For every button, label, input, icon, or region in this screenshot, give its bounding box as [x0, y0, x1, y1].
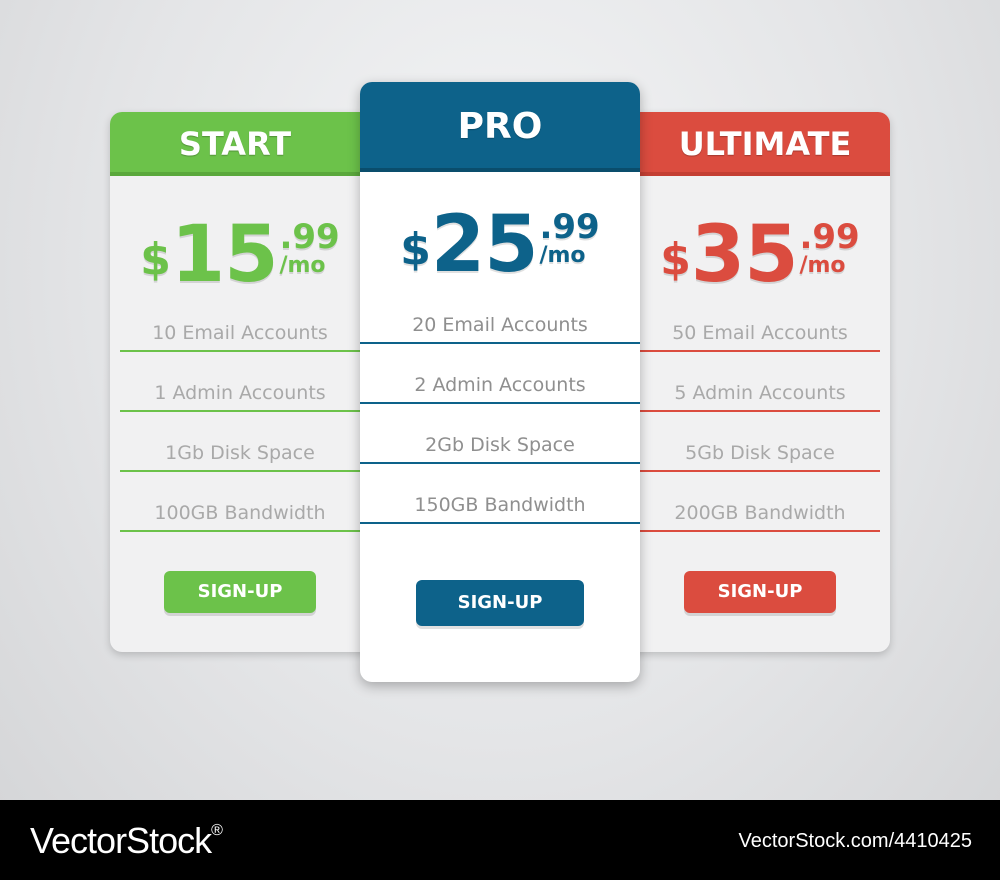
price-currency: $	[660, 234, 691, 285]
price-period: /mo	[539, 243, 586, 268]
price-amount: 15	[170, 210, 279, 300]
feature-item: 2Gb Disk Space	[360, 428, 640, 464]
plan-name: PRO	[457, 106, 543, 147]
sign-up-button-pro[interactable]: SIGN-UP	[416, 580, 584, 626]
feature-item: 5Gb Disk Space	[640, 436, 880, 472]
plan-card-start: START $15.99/mo 10 Email Accounts 1 Admi…	[110, 112, 400, 652]
plan-name: START	[178, 125, 292, 163]
feature-item: 100GB Bandwidth	[120, 496, 360, 532]
plan-card-ultimate: ULTIMATE $35.99/mo 50 Email Accounts 5 A…	[600, 112, 890, 652]
sign-up-button-start[interactable]: SIGN-UP	[164, 571, 316, 613]
feature-item: 50 Email Accounts	[640, 316, 880, 352]
stock-id: VectorStock.com/4410425	[738, 830, 972, 852]
plan-header-ultimate: ULTIMATE	[600, 112, 890, 176]
footer-banner: VectorStock® VectorStock.com/4410425	[0, 800, 1000, 880]
registered-mark: ®	[211, 822, 223, 839]
price-period: /mo	[279, 253, 326, 278]
feature-item: 20 Email Accounts	[360, 308, 640, 344]
feature-item: 2 Admin Accounts	[360, 368, 640, 404]
feature-item: 5 Admin Accounts	[640, 376, 880, 412]
plan-header-pro: PRO	[360, 82, 640, 172]
price-period: /mo	[799, 253, 846, 278]
price-amount: 25	[430, 200, 539, 290]
plan-card-pro: PRO $25.99/mo 20 Email Accounts 2 Admin …	[360, 82, 640, 682]
price-amount: 35	[690, 210, 799, 300]
feature-item: 10 Email Accounts	[120, 316, 360, 352]
feature-item: 1Gb Disk Space	[120, 436, 360, 472]
price-cents: .99	[539, 207, 600, 247]
feature-item: 200GB Bandwidth	[640, 496, 880, 532]
plan-name: ULTIMATE	[678, 125, 852, 163]
plan-price: $25.99/mo	[360, 200, 640, 290]
price-currency: $	[140, 234, 171, 285]
feature-item: 150GB Bandwidth	[360, 488, 640, 524]
feature-item: 1 Admin Accounts	[120, 376, 360, 412]
price-currency: $	[400, 224, 431, 275]
price-cents: .99	[279, 217, 340, 257]
brand-text: VectorStock	[30, 820, 212, 861]
plan-price: $15.99/mo	[110, 210, 400, 300]
plan-header-start: START	[110, 112, 400, 176]
sign-up-button-ultimate[interactable]: SIGN-UP	[684, 571, 836, 613]
price-cents: .99	[799, 217, 860, 257]
brand-logo: VectorStock®	[30, 820, 223, 862]
plan-price: $35.99/mo	[600, 210, 890, 300]
